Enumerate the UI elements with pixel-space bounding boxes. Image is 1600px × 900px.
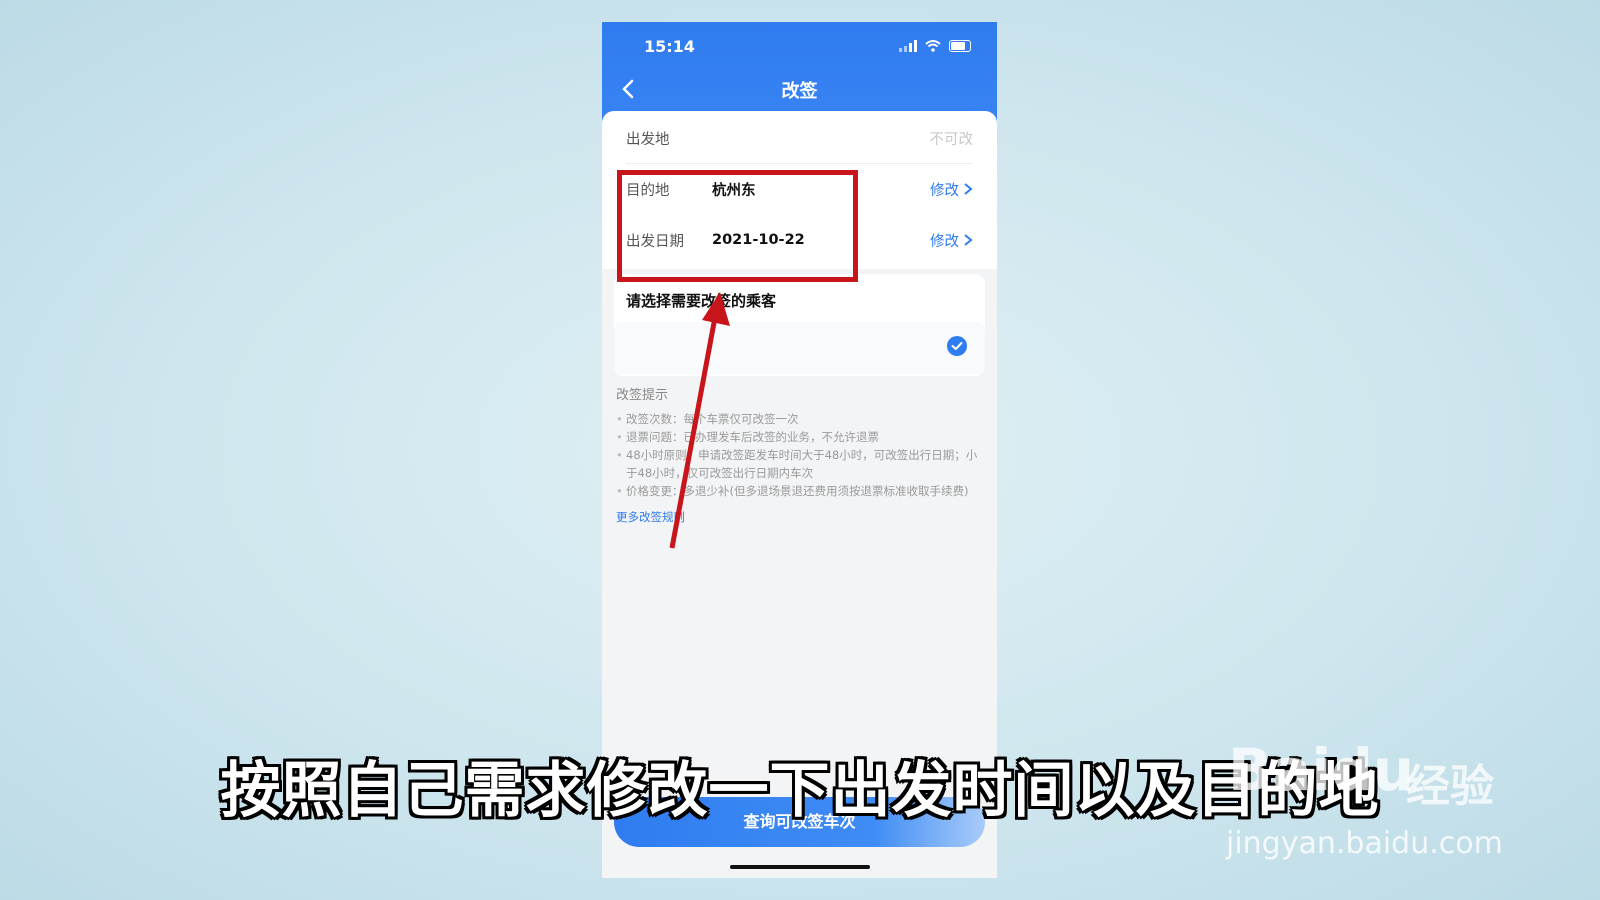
tip-item: 改签次数：每个车票仅可改签一次 xyxy=(616,410,986,428)
tip-item: 价格变更：多退少补(但多退场景退还费用须按退票标准收取手续费) xyxy=(616,482,986,500)
tips-title: 改签提示 xyxy=(616,388,669,403)
wifi-icon xyxy=(925,40,941,52)
passenger-card: 请选择需要改签的乘客 xyxy=(614,274,985,376)
status-icons xyxy=(899,40,971,52)
baidu-jingyan-watermark: Baidu 经验 xyxy=(1228,728,1528,818)
origin-not-editable: 不可改 xyxy=(929,131,974,148)
watermark-cn-text: 经验 xyxy=(1406,761,1494,812)
home-indicator xyxy=(730,865,870,869)
chevron-right-icon xyxy=(964,183,973,195)
signal-icon xyxy=(899,40,917,52)
watermark-url: jingyan.baidu.com xyxy=(1226,826,1503,861)
origin-label: 出发地 xyxy=(626,131,670,148)
more-rules-link[interactable]: 更多改签规则 xyxy=(616,508,986,526)
status-time: 15:14 xyxy=(644,37,695,56)
page-title: 改签 xyxy=(781,81,818,102)
chevron-right-icon xyxy=(964,234,973,246)
modify-destination-button[interactable]: 修改 xyxy=(930,179,973,200)
tip-item: 退票问题：已办理发车后改签的业务，不允许退票 xyxy=(616,428,986,446)
origin-row: 出发地 不可改 xyxy=(626,113,973,163)
checkmark-icon[interactable] xyxy=(947,336,967,356)
modify-label: 修改 xyxy=(930,233,959,250)
watermark-logo-text: Baidu xyxy=(1228,736,1415,804)
modify-date-button[interactable]: 修改 xyxy=(930,230,973,251)
passenger-section-title: 请选择需要改签的乘客 xyxy=(626,292,777,310)
annotation-highlight-box xyxy=(617,170,858,282)
battery-icon xyxy=(949,40,971,52)
modify-label: 修改 xyxy=(930,182,959,199)
passenger-row[interactable] xyxy=(614,322,985,374)
tip-item: 48小时原则：申请改签距发车时间大于48小时，可改签出行日期；小于48小时，仅可… xyxy=(616,446,986,482)
change-tips: 改签提示 改签次数：每个车票仅可改签一次 退票问题：已办理发车后改签的业务，不允… xyxy=(616,387,986,526)
